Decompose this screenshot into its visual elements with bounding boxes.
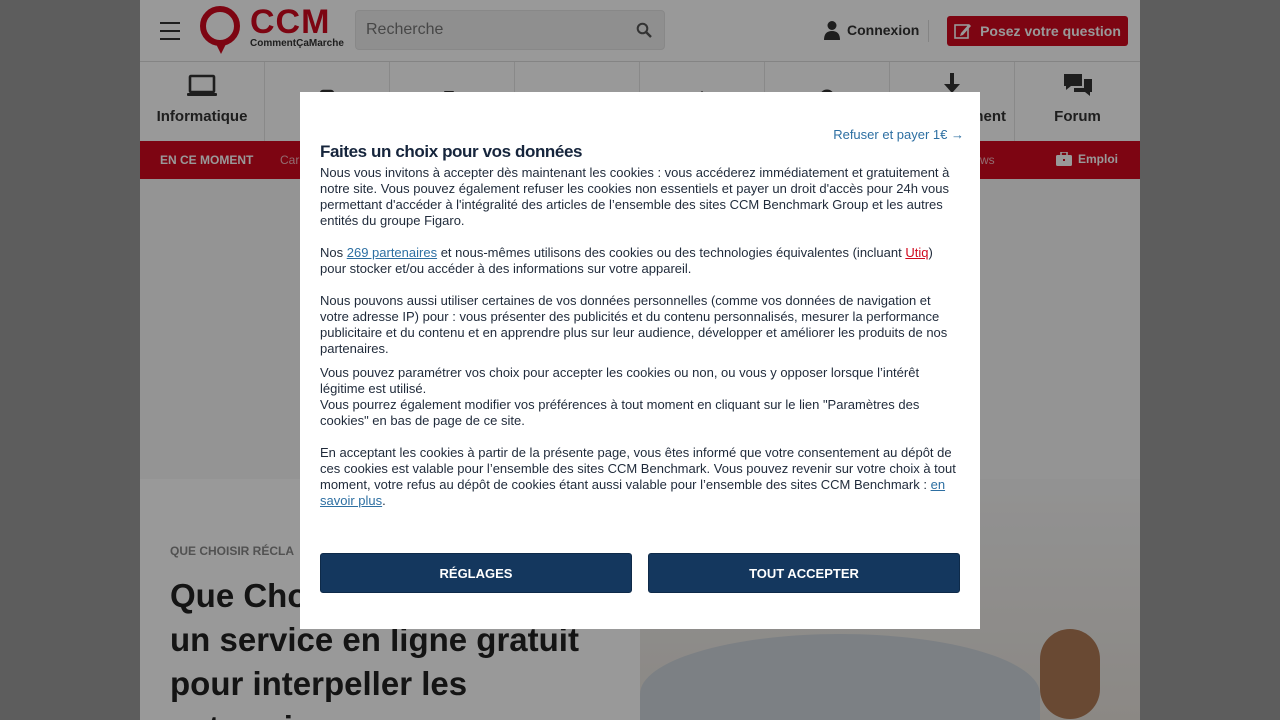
consent-paragraph: Vous pouvez paramétrer vos choix pour ac… xyxy=(320,365,920,396)
consent-body: Nous vous invitons à accepter dès mainte… xyxy=(320,165,962,525)
consent-paragraph: En acceptant les cookies à partir de la … xyxy=(320,445,956,508)
partners-link[interactable]: 269 partenaires xyxy=(347,245,437,260)
cookie-consent-dialog: Refuser et payer 1€ → Faites un choix po… xyxy=(300,92,980,629)
consent-paragraph: Nous vous invitons à accepter dès mainte… xyxy=(320,165,950,228)
consent-title: Faites un choix pour vos données xyxy=(320,142,583,161)
consent-paragraph: Nos 269 partenaires et nous-mêmes utilis… xyxy=(320,245,933,276)
settings-button[interactable]: RÉGLAGES xyxy=(320,553,632,593)
utiq-link[interactable]: Utiq xyxy=(905,245,928,260)
consent-paragraph: Nous pouvons aussi utiliser certaines de… xyxy=(320,293,948,356)
accept-all-button[interactable]: TOUT ACCEPTER xyxy=(648,553,960,593)
consent-paragraph: Vous pourrez également modifier vos préf… xyxy=(320,397,920,428)
refuse-and-pay-link[interactable]: Refuser et payer 1€ → xyxy=(833,127,964,142)
